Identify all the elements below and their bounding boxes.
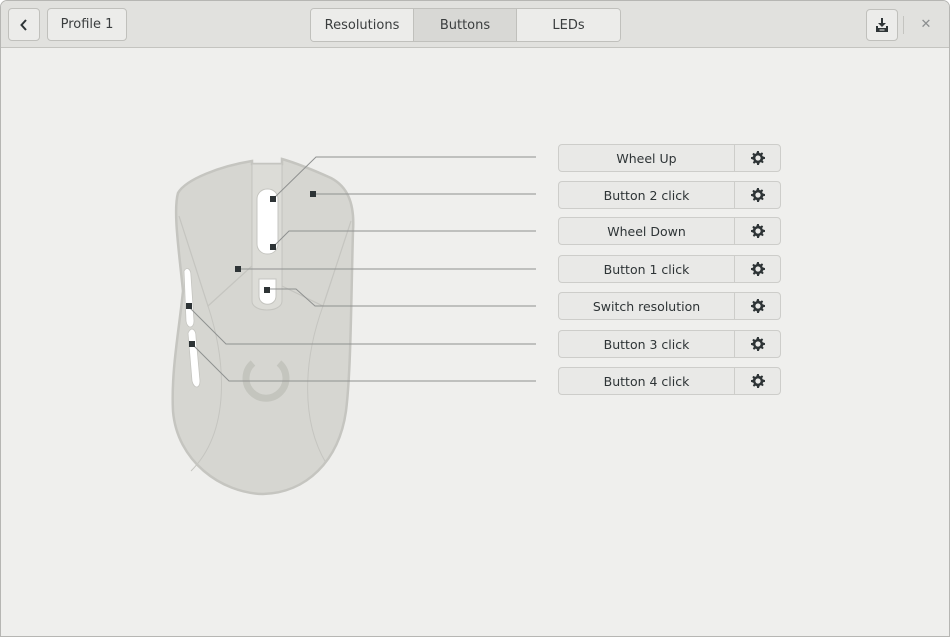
mouse-illustration — [171, 157, 355, 496]
settings-button[interactable] — [735, 182, 780, 208]
button-row: Button 4 click — [558, 367, 781, 395]
gear-icon — [750, 262, 765, 276]
button-mapping-label[interactable]: Wheel Down — [559, 218, 735, 244]
settings-button[interactable] — [735, 368, 780, 394]
gear-icon — [750, 337, 765, 351]
button-mapping-label[interactable]: Button 3 click — [559, 331, 735, 357]
marker-button-1[interactable] — [235, 266, 241, 272]
marker-button-4[interactable] — [189, 341, 195, 347]
settings-button[interactable] — [735, 218, 780, 244]
app-window: Profile 1 Resolutions Buttons LEDs ✕ Whe… — [0, 0, 950, 637]
marker-wheel-up[interactable] — [270, 196, 276, 202]
button-row: Switch resolution — [558, 292, 781, 320]
button-row: Wheel Up — [558, 144, 781, 172]
settings-button[interactable] — [735, 331, 780, 357]
gear-icon — [750, 188, 765, 202]
settings-button[interactable] — [735, 293, 780, 319]
marker-resolution[interactable] — [264, 287, 270, 293]
mouse-diagram — [171, 156, 536, 496]
gear-icon — [750, 224, 765, 238]
button-row: Button 2 click — [558, 181, 781, 209]
button-mapping-label[interactable]: Switch resolution — [559, 293, 735, 319]
button-mapping-label[interactable]: Button 4 click — [559, 368, 735, 394]
settings-button[interactable] — [735, 256, 780, 282]
button-mapping-label[interactable]: Button 1 click — [559, 256, 735, 282]
gear-icon — [750, 151, 765, 165]
button-mapping-label[interactable]: Wheel Up — [559, 145, 735, 171]
button-row: Button 3 click — [558, 330, 781, 358]
marker-button-3[interactable] — [186, 303, 192, 309]
button-mapping-label[interactable]: Button 2 click — [559, 182, 735, 208]
marker-wheel-down[interactable] — [270, 244, 276, 250]
gear-icon — [750, 374, 765, 388]
gear-icon — [750, 299, 765, 313]
marker-button-2[interactable] — [310, 191, 316, 197]
button-row: Button 1 click — [558, 255, 781, 283]
settings-button[interactable] — [735, 145, 780, 171]
button-row: Wheel Down — [558, 217, 781, 245]
